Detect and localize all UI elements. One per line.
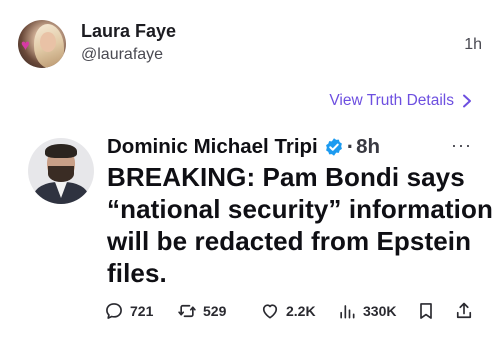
repost-button[interactable]: 529 [177, 301, 226, 321]
reply-count: 721 [130, 303, 154, 319]
bookmark-icon [420, 303, 432, 319]
bookmark-button[interactable] [416, 301, 436, 321]
heart-sticker-icon: ♥ [21, 37, 30, 54]
author-name[interactable]: Laura Faye [81, 21, 176, 42]
author-avatar[interactable]: ♥ [18, 20, 66, 68]
separator-dot: · [346, 134, 355, 159]
embedded-tweet[interactable]: Dominic Michael Tripi · 8h ··· BREAKING:… [0, 128, 500, 355]
tweet-text: BREAKING: Pam Bondi says “national secur… [107, 162, 493, 288]
views-button[interactable]: 330K [337, 301, 396, 321]
avatar-hair [45, 144, 77, 158]
avatar-face [40, 32, 56, 52]
more-options-icon[interactable]: ··· [451, 135, 472, 156]
verified-badge-icon [325, 138, 342, 156]
tweet-action-bar: 721 529 2.2K 330K [104, 296, 484, 326]
heart-icon [262, 304, 278, 319]
like-button[interactable]: 2.2K [260, 301, 316, 321]
tweet-author-name[interactable]: Dominic Michael Tripi [107, 135, 318, 159]
views-count: 330K [363, 303, 397, 319]
author-handle[interactable]: @laurafaye [81, 46, 163, 64]
avatar-beard [48, 166, 74, 182]
tweet-author-line: Dominic Michael Tripi · 8h [107, 134, 380, 160]
post-timestamp[interactable]: 1h [464, 36, 482, 54]
view-truth-details-label: View Truth Details [329, 92, 454, 109]
view-truth-details-link[interactable]: View Truth Details [329, 92, 474, 110]
chevron-right-icon [463, 94, 471, 108]
repost-count: 529 [203, 303, 227, 319]
tweet-author-avatar[interactable] [28, 138, 94, 204]
repost-icon [178, 304, 196, 318]
reply-icon [106, 303, 122, 319]
truth-post-header: ♥ Laura Faye @laurafaye 1h [0, 0, 500, 80]
reply-button[interactable]: 721 [104, 301, 153, 321]
like-count: 2.2K [286, 303, 316, 319]
share-icon [456, 302, 472, 319]
tweet-age[interactable]: 8h [356, 135, 380, 159]
share-button[interactable] [454, 301, 474, 321]
views-chart-icon [340, 305, 355, 319]
